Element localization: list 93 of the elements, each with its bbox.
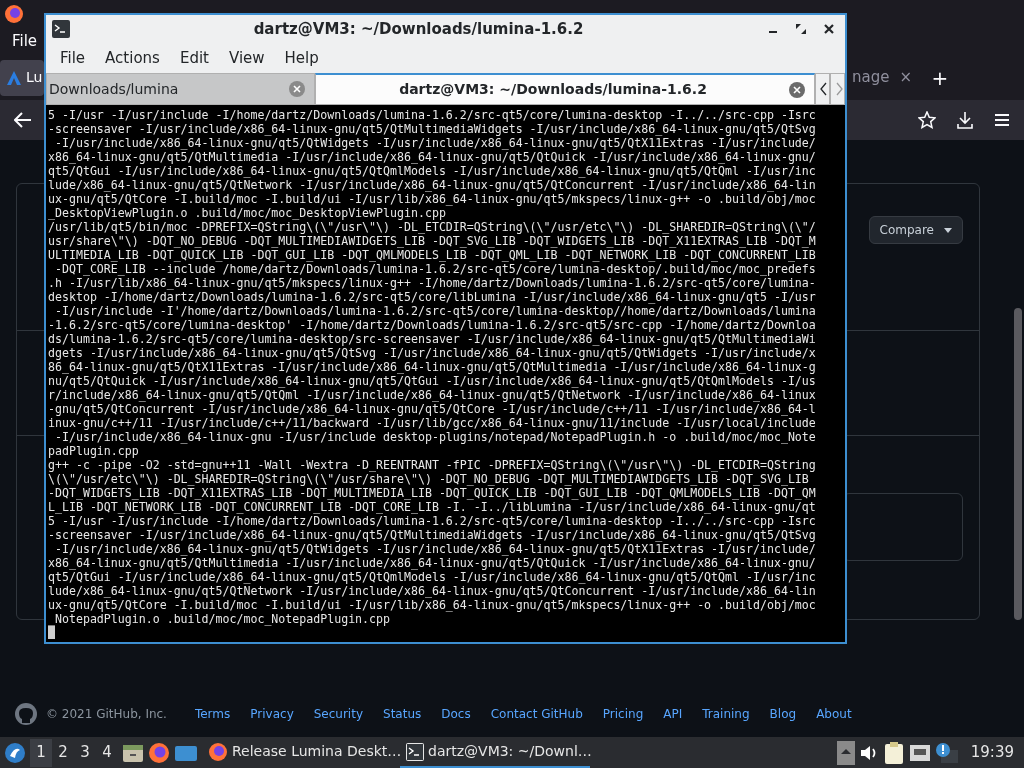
- scrollbar[interactable]: [1014, 308, 1022, 620]
- tab-close-button[interactable]: ×: [899, 66, 912, 89]
- maximize-icon[interactable]: [795, 23, 807, 35]
- footer-link[interactable]: Privacy: [250, 704, 294, 723]
- menu-item[interactable]: Actions: [95, 46, 170, 70]
- terminal-line: lude/x86_64-linux-gnu/qt5/QtNetwork -I/usr/include/x86_64-linux-gnu/qt5/QtConcurrent -I/usr/include/x86_64-lin: [48, 584, 817, 598]
- footer-link[interactable]: Training: [702, 704, 750, 723]
- terminal-line: dgets -I/usr/include/x86_64-linux-gnu/qt5/QtSvg -I/usr/include/x86_64-linux-gnu/qt5/QtWidgets -I/usr/include/x: [48, 346, 817, 360]
- terminal-line: -gnu/qt5/QtConcurrent -I/usr/include/x86_64-linux-gnu/qt5/QtCore -I/usr/include/c++/11 -I/usr/include/x86_64-l: [48, 402, 817, 416]
- terminal-line: -DQT_CORE_LIB --include /home/dartz/Downloads/lumina-1.6.2/src-qt5/core/lumina-desktop/.build/moc/moc_predefs: [53, 262, 817, 276]
- terminal-line: \(\"/usr/etc\"\) -DL_SHAREDIR=QString\(\"/usr/share\"\) -DQT_NO_DEBUG -DQT_MULTIMEDIAWIDGETS_LIB -DQT_SVG_LIB: [48, 472, 810, 486]
- footer-link[interactable]: Status: [383, 704, 422, 723]
- new-tab-button[interactable]: +: [926, 62, 954, 93]
- terminal-line: L_LIB -DQT_NETWORK_LIB -DQT_CONCURRENT_LIB -DQT_CORE_LIB -I. -I../libLumina -I/usr/include/x86_64-linux-gnu/qt: [48, 500, 817, 514]
- footer-link[interactable]: About: [816, 704, 852, 723]
- compare-button[interactable]: Compare: [868, 216, 963, 244]
- terminal-line: -I/usr/include/x86_64-linux-gnu/qt5/QtWidgets -I/usr/include/x86_64-linux-gnu/qt5/QtX11Extras -I/usr/include/: [53, 136, 817, 150]
- menu-item[interactable]: File: [50, 46, 96, 70]
- menu-item[interactable]: File: [10, 30, 40, 53]
- terminal-line: 5 -I/usr -I/usr/include -I/home/dartz/Downloads/lumina-1.6.2/src-qt5/core/lumina-desktop -I../../src-cpp -Isrc: [48, 514, 817, 528]
- copyright-text: © 2021 GitHub, Inc.: [46, 705, 167, 723]
- taskbar-task[interactable]: Release Lumina Deskt…: [202, 737, 400, 768]
- window-title: dartz@VM3: ~/Downloads/lumina-1.6.2: [252, 18, 585, 40]
- workspace-button[interactable]: 3: [74, 738, 96, 767]
- terminal-line: r/include/x86_64-linux-gnu/qt5/QtQml -I/usr/include/x86_64-linux-gnu/qt5/QtNetwork -I/usr/include/x86_64-linux: [48, 388, 817, 402]
- footer-link[interactable]: Security: [313, 704, 363, 723]
- download-icon[interactable]: [956, 111, 974, 129]
- terminal-line: lude/x86_64-linux-gnu/qt5/QtNetwork -I/usr/include/x86_64-linux-gnu/qt5/QtConcurrent -I/usr/include/x86_64-lin: [48, 178, 817, 192]
- terminal-line: ULTIMEDIA_LIB -DQT_QUICK_LIB -DQT_GUI_LIB -DQT_QMLMODELS_LIB -DQT_QML_LIB -DQT_NETWORK_LIB -DQT_CONCURRENT_LIB: [48, 248, 817, 262]
- footer-link[interactable]: Terms: [194, 704, 231, 723]
- terminal-line: -screensaver -I/usr/include/x86_64-linux-gnu/qt5/QtMultimediaWidgets -I/usr/include/x86_64-linux-gnu/qt5/QtSvg: [48, 528, 817, 542]
- terminal-line: x86_64-linux-gnu/qt5/QtMultimedia -I/usr/include/x86_64-linux-gnu/qt5/QtQuick -I/usr/include/x86_64-linux-gnu/: [48, 150, 817, 164]
- terminal-line: usr/share\"\) -DQT_NO_DEBUG -DQT_MULTIMEDIAWIDGETS_LIB -DQT_SVG_LIB -DQT_WIDGETS_LIB -DQT_X11EXTRAS_LIB -DQT_M: [48, 234, 817, 248]
- terminal-tab[interactable]: dartz@VM3: ~/Downloads/lumina-1.6.2: [315, 73, 815, 105]
- tab-label[interactable]: nage: [851, 66, 890, 89]
- terminal-line: qt5/QtGui -I/usr/include/x86_64-linux-gnu/qt5/QtQmlModels -I/usr/include/x86_64-linux-gnu/qt5/QtQml -I/usr/inc: [48, 570, 817, 584]
- menu-item[interactable]: Edit: [169, 46, 219, 70]
- close-icon[interactable]: [823, 23, 835, 35]
- terminal-icon: [406, 742, 424, 761]
- workspace-button[interactable]: 4: [96, 738, 118, 767]
- menu-icon[interactable]: [994, 113, 1010, 127]
- terminal-line: ux-gnu/qt5/QtCore -I.build/moc -I.build/ui -I/usr/lib/x86_64-linux-gnu/qt5/mkspecs/linux-g++ -o .build/obj/moc: [48, 192, 817, 206]
- terminal-line: -DQT_WIDGETS_LIB -DQT_X11EXTRAS_LIB -DQT_MULTIMEDIA_LIB -DQT_QUICK_LIB -DQT_GUI_LIB -DQT_QMLMODELS_LIB -DQT_QM: [48, 486, 817, 500]
- terminal-line: padPlugin.cpp: [48, 444, 140, 458]
- file-manager-icon[interactable]: [122, 742, 144, 763]
- tab-favicon-icon: [6, 69, 22, 86]
- firefox-icon: [208, 741, 228, 762]
- notification-icon[interactable]: [934, 741, 959, 764]
- terminal-line: g++ -c -pipe -O2 -std=gnu++11 -Wall -Wextra -D_REENTRANT -fPIC -DPREFIX=QString\(\"/usr\"\) -DL_ETCDIR=QString: [48, 458, 817, 472]
- footer-link[interactable]: API: [663, 704, 683, 723]
- terminal-line: qt5/QtGui -I/usr/include/x86_64-linux-gnu/qt5/QtQmlModels -I/usr/include/x86_64-linux-gnu/qt5/QtQml -I/usr/inc: [48, 164, 817, 178]
- terminal-line: -screensaver -I/usr/include/x86_64-linux-gnu/qt5/QtMultimediaWidgets -I/usr/include/x86_64-linux-gnu/qt5/QtSvg: [48, 122, 817, 136]
- terminal-line: /usr/lib/qt5/bin/moc -DPREFIX=QString\(\"/usr\"\) -DL_ETCDIR=QString\(\"/usr/etc\"\) -DL_SHAREDIR=QString\(\"/: [48, 220, 817, 234]
- footer-link[interactable]: Docs: [441, 704, 471, 723]
- terminal-line: -1.6.2/src-qt5/core/lumina-desktop' -I/home/dartz/Downloads/lumina-1.6.2/src-qt5/src-cpp -I/home/dartz/Downloa: [48, 318, 817, 332]
- footer-link[interactable]: Blog: [769, 704, 797, 723]
- terminal-line: 5 -I/usr -I/usr/include -I/home/dartz/Downloads/lumina-1.6.2/src-qt5/core/lumina-desktop -I../../src-cpp -Isrc: [48, 108, 817, 122]
- firefox-icon: [4, 4, 24, 24]
- terminal-line: ds/lumina-1.6.2/src-qt5/core/lumina-desktop/src-screensaver -I/usr/include/x86_64-linux-gnu/qt5/QtMultimediaWi: [48, 332, 817, 346]
- footer-link[interactable]: Pricing: [602, 704, 644, 723]
- terminal-line: .h -I/usr/lib/x86_64-linux-gnu/qt5/mkspecs/linux-g++ -I/home/dartz/Downloads/lumina-1.6.2/src-qt5/core/lumina-: [48, 276, 817, 290]
- text-cursor: [48, 626, 55, 639]
- github-logo-icon[interactable]: [14, 701, 38, 726]
- bookmark-star-icon[interactable]: [918, 111, 936, 129]
- terminal-tab[interactable]: Downloads/lumina: [46, 73, 315, 105]
- network-icon[interactable]: [908, 742, 931, 763]
- terminal-line: -I/usr/include/x86_64-linux-gnu/qt5/QtWidgets -I/usr/include/x86_64-linux-gnu/qt5/QtX11Extras -I/usr/include/: [53, 542, 817, 556]
- terminal-line: nu/qt5/QtQuick -I/usr/include/x86_64-linux-gnu/qt5/QtGui -I/usr/include/x86_64-linux-gnu/qt5/QtQmlModels -I/us: [48, 374, 817, 388]
- terminal-line: desktop -I/home/dartz/Downloads/lumina-1.6.2/src-qt5/core/libLumina -I/usr/include/x86_64-linux-gnu/qt5 -I/usr: [48, 290, 817, 304]
- workspace-button[interactable]: 1: [30, 738, 52, 767]
- terminal-line: -I/usr/include/x86_64-linux-gnu -I/usr/include desktop-plugins/notepad/NotepadPlugin.h -o .build/moc/moc_Note: [53, 430, 817, 444]
- back-icon[interactable]: [14, 112, 32, 128]
- clock[interactable]: 19:39: [970, 741, 1014, 764]
- clipboard-icon[interactable]: [882, 740, 905, 765]
- firefox-icon[interactable]: [148, 741, 170, 764]
- terminal-line: ux-gnu/qt5/QtCore -I.build/moc -I.build/ui -I/usr/lib/x86_64-linux-gnu/qt5/mkspecs/linux-g++ -o .build/obj/moc: [48, 598, 817, 612]
- terminal-line: 86_64-linux-gnu/qt5/QtX11Extras -I/usr/include/x86_64-linux-gnu/qt5/QtMultimedia -I/usr/include/x86_64-linux-g: [48, 360, 817, 374]
- tab-close-icon[interactable]: [288, 80, 306, 98]
- terminal-line: inux-gnu/c++/11 -I/usr/include/c++/11/backward -I/usr/lib/gcc/x86_64-linux-gnu/11/include -I/usr/local/include: [48, 416, 817, 430]
- terminal-line: x86_64-linux-gnu/qt5/QtMultimedia -I/usr/include/x86_64-linux-gnu/qt5/QtQuick -I/usr/include/x86_64-linux-gnu/: [48, 556, 817, 570]
- taskbar-task[interactable]: dartz@VM3: ~/Downl…: [400, 737, 590, 768]
- menu-item[interactable]: View: [218, 46, 275, 70]
- terminal-line: _NotepadPlugin.o .build/moc/moc_NotepadPlugin.cpp: [48, 612, 392, 626]
- terminal-line: _DesktopViewPlugin.o .build/moc/moc_DesktopViewPlugin.cpp: [48, 206, 447, 220]
- terminal-line: -I/usr/include -I'/home/dartz/Downloads/lumina-1.6.2/src-qt5/core/lumina-desktop//home/dartz/Downloads/lumina: [53, 304, 817, 318]
- tray-expand-icon[interactable]: [836, 740, 855, 765]
- caret-icon: [944, 227, 952, 233]
- menu-item[interactable]: Help: [274, 46, 329, 70]
- terminal-icon: [52, 20, 70, 38]
- tab-close-icon[interactable]: [788, 80, 806, 99]
- start-menu-icon[interactable]: [4, 741, 26, 764]
- footer-link[interactable]: Contact GitHub: [490, 704, 583, 723]
- workspace-button[interactable]: 2: [52, 738, 74, 767]
